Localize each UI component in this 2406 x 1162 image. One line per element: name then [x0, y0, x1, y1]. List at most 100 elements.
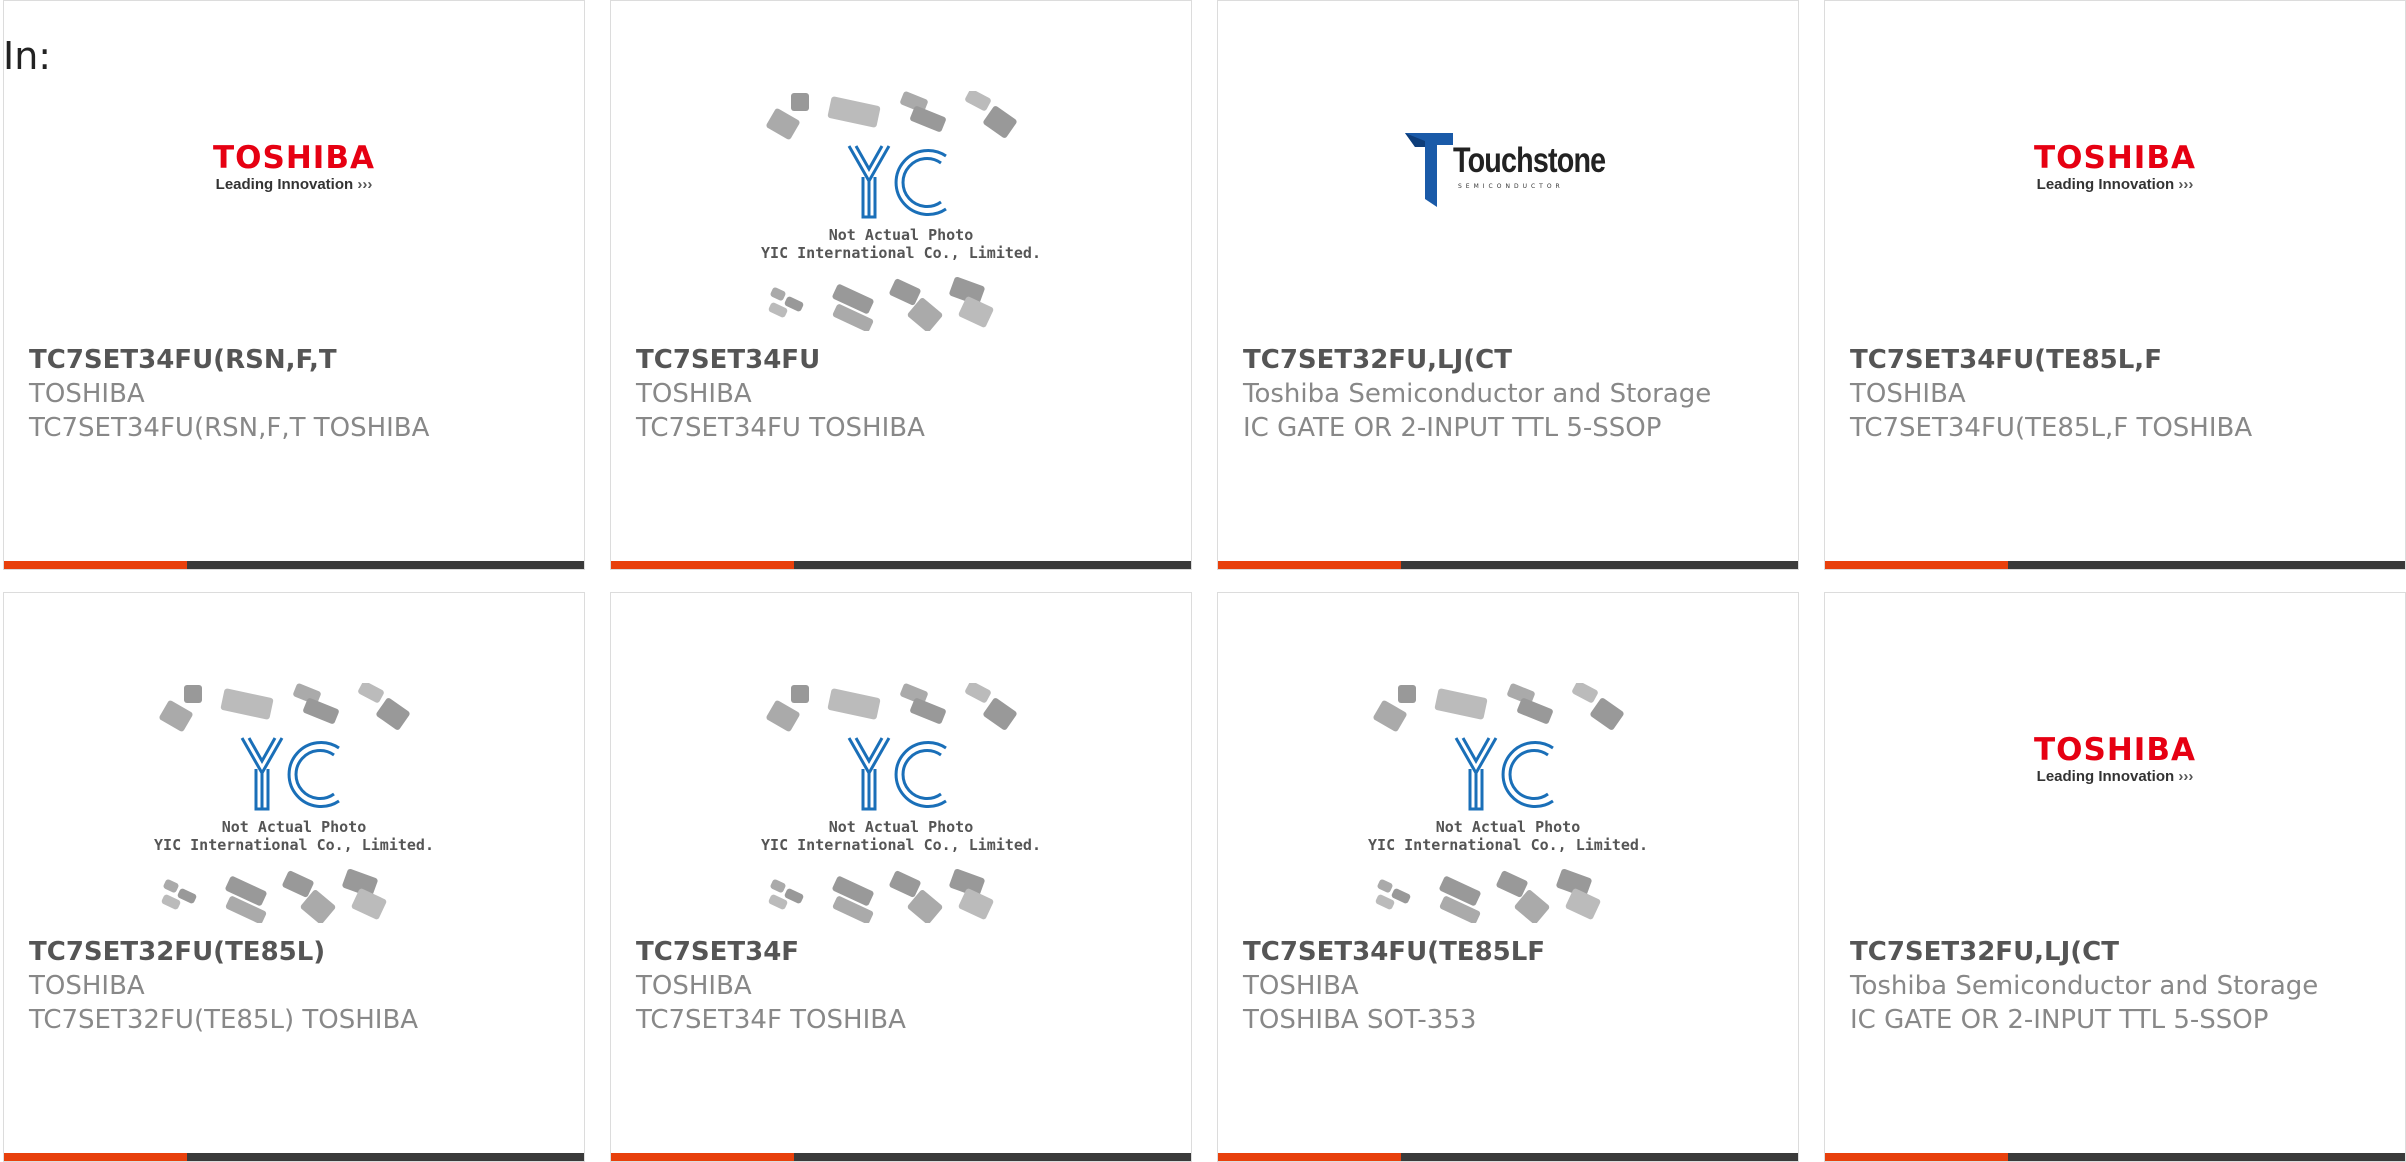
yic-company-text: YIC International Co., Limited.	[761, 244, 1041, 262]
product-card[interactable]: Not Actual Photo YIC International Co., …	[3, 592, 585, 1162]
product-card[interactable]: Touchstone SEMICONDUCTOR TC7SET32FU,LJ(C…	[1217, 0, 1799, 570]
product-part-number[interactable]: TC7SET34FU	[636, 343, 1161, 377]
filter-in-label: In:	[3, 34, 52, 78]
card-accent-bar	[4, 1153, 187, 1161]
card-accent-bar	[1218, 1153, 1401, 1161]
chip-packages-icon	[159, 681, 410, 924]
toshiba-logo: TOSHIBA Leading Innovation ›››	[1985, 141, 2245, 195]
not-actual-photo-text: Not Actual Photo	[828, 818, 974, 836]
product-info: TC7SET32FU(TE85L) TOSHIBA TC7SET32FU(TE8…	[29, 935, 554, 1037]
product-part-number[interactable]: TC7SET32FU,LJ(CT	[1243, 343, 1768, 377]
product-part-number[interactable]: TC7SET34FU(RSN,F,T	[29, 343, 554, 377]
yic-company-text: YIC International Co., Limited.	[761, 836, 1041, 854]
not-actual-photo-text: Not Actual Photo	[221, 818, 367, 836]
product-image[interactable]: Touchstone SEMICONDUCTOR	[1218, 1, 1798, 341]
toshiba-logo: TOSHIBA Leading Innovation ›››	[1985, 733, 2245, 787]
product-part-number[interactable]: TC7SET34FU(TE85L,F	[1850, 343, 2375, 377]
toshiba-logo-slogan: Leading Innovation ›››	[164, 175, 424, 195]
product-info: TC7SET34FU(RSN,F,T TOSHIBA TC7SET34FU(RS…	[29, 343, 554, 445]
card-bottom-bar	[1218, 1153, 1798, 1161]
product-card[interactable]: TOSHIBA Leading Innovation ››› TC7SET34F…	[3, 0, 585, 570]
yic-company-text: YIC International Co., Limited.	[1368, 836, 1648, 854]
card-accent-bar	[1825, 1153, 2008, 1161]
toshiba-logo: TOSHIBA Leading Innovation ›››	[164, 141, 424, 195]
yic-caption: Not Actual Photo YIC International Co., …	[761, 818, 1041, 854]
product-manufacturer: TOSHIBA	[1243, 971, 1359, 1001]
product-image[interactable]: Not Actual Photo YIC International Co., …	[611, 1, 1191, 341]
product-description: TC7SET34FU TOSHIBA	[636, 413, 925, 443]
product-description: TC7SET34FU(TE85L,F TOSHIBA	[1850, 413, 2253, 443]
product-manufacturer: TOSHIBA	[29, 971, 145, 1001]
chip-packages-icon	[1373, 681, 1624, 924]
product-part-number[interactable]: TC7SET32FU,LJ(CT	[1850, 935, 2375, 969]
product-image[interactable]: TOSHIBA Leading Innovation ›››	[1825, 593, 2405, 933]
yic-placeholder-image: Not Actual Photo YIC International Co., …	[154, 681, 434, 924]
product-card[interactable]: Not Actual Photo YIC International Co., …	[1217, 592, 1799, 1162]
card-bottom-bar	[4, 561, 584, 569]
chip-packages-icon	[766, 681, 1017, 924]
product-image[interactable]: TOSHIBA Leading Innovation ›››	[1825, 1, 2405, 341]
product-image[interactable]: Not Actual Photo YIC International Co., …	[1218, 593, 1798, 933]
product-info: TC7SET32FU,LJ(CT Toshiba Semiconductor a…	[1243, 343, 1768, 445]
not-actual-photo-text: Not Actual Photo	[828, 226, 974, 244]
product-info: TC7SET34F TOSHIBA TC7SET34F TOSHIBA	[636, 935, 1161, 1037]
product-manufacturer: Toshiba Semiconductor and Storage	[1850, 971, 2319, 1001]
card-bottom-bar	[1218, 561, 1798, 569]
chip-packages-icon	[766, 89, 1017, 332]
product-description: TC7SET34F TOSHIBA	[636, 1005, 906, 1035]
card-bottom-bar	[1825, 1153, 2405, 1161]
toshiba-logo-brand: TOSHIBA	[213, 140, 375, 176]
product-description: TC7SET34FU(RSN,F,T TOSHIBA	[29, 413, 430, 443]
product-part-number[interactable]: TC7SET34F	[636, 935, 1161, 969]
product-image[interactable]: TOSHIBA Leading Innovation ›››	[4, 1, 584, 341]
product-manufacturer: Toshiba Semiconductor and Storage	[1243, 379, 1712, 409]
product-card[interactable]: TOSHIBA Leading Innovation ››› TC7SET32F…	[1824, 592, 2406, 1162]
touchstone-logo: Touchstone SEMICONDUCTOR	[1403, 129, 1613, 209]
chevrons-icon: ›››	[2178, 768, 2194, 785]
toshiba-logo-slogan: Leading Innovation ›››	[1985, 175, 2245, 195]
yic-placeholder-image: Not Actual Photo YIC International Co., …	[761, 681, 1041, 924]
product-manufacturer: TOSHIBA	[29, 379, 145, 409]
product-card[interactable]: Not Actual Photo YIC International Co., …	[610, 592, 1192, 1162]
toshiba-logo-brand: TOSHIBA	[2034, 732, 2196, 768]
product-info: TC7SET32FU,LJ(CT Toshiba Semiconductor a…	[1850, 935, 2375, 1037]
chevrons-icon: ›››	[2178, 176, 2194, 193]
toshiba-slogan-text: Leading Innovation	[2036, 176, 2175, 193]
product-part-number[interactable]: TC7SET32FU(TE85L)	[29, 935, 554, 969]
product-image[interactable]: Not Actual Photo YIC International Co., …	[4, 593, 584, 933]
product-manufacturer: TOSHIBA	[636, 971, 752, 1001]
yic-caption: Not Actual Photo YIC International Co., …	[1368, 818, 1648, 854]
product-info: TC7SET34FU TOSHIBA TC7SET34FU TOSHIBA	[636, 343, 1161, 445]
product-description: TC7SET32FU(TE85L) TOSHIBA	[29, 1005, 419, 1035]
product-info: TC7SET34FU(TE85L,F TOSHIBA TC7SET34FU(TE…	[1850, 343, 2375, 445]
yic-caption: Not Actual Photo YIC International Co., …	[154, 818, 434, 854]
card-bottom-bar	[611, 1153, 1191, 1161]
card-bottom-bar	[1825, 561, 2405, 569]
card-accent-bar	[611, 1153, 794, 1161]
product-part-number[interactable]: TC7SET34FU(TE85LF	[1243, 935, 1768, 969]
card-accent-bar	[1825, 561, 2008, 569]
product-description: IC GATE OR 2-INPUT TTL 5-SSOP	[1243, 413, 1662, 443]
product-image[interactable]: Not Actual Photo YIC International Co., …	[611, 593, 1191, 933]
product-card[interactable]: Not Actual Photo YIC International Co., …	[610, 0, 1192, 570]
card-accent-bar	[1218, 561, 1401, 569]
product-manufacturer: TOSHIBA	[1850, 379, 1966, 409]
touchstone-wordmark: Touchstone	[1453, 141, 1606, 180]
yic-company-text: YIC International Co., Limited.	[154, 836, 434, 854]
yic-caption: Not Actual Photo YIC International Co., …	[761, 226, 1041, 262]
toshiba-slogan-text: Leading Innovation	[2036, 768, 2175, 785]
yic-placeholder-image: Not Actual Photo YIC International Co., …	[1368, 681, 1648, 924]
toshiba-logo-slogan: Leading Innovation ›››	[1985, 767, 2245, 787]
yic-placeholder-image: Not Actual Photo YIC International Co., …	[761, 89, 1041, 332]
product-info: TC7SET34FU(TE85LF TOSHIBA TOSHIBA SOT-35…	[1243, 935, 1768, 1037]
touchstone-subtitle: SEMICONDUCTOR	[1458, 183, 1564, 190]
toshiba-logo-brand: TOSHIBA	[2034, 140, 2196, 176]
card-bottom-bar	[611, 561, 1191, 569]
product-description: TOSHIBA SOT-353	[1243, 1005, 1477, 1035]
product-description: IC GATE OR 2-INPUT TTL 5-SSOP	[1850, 1005, 2269, 1035]
card-accent-bar	[611, 561, 794, 569]
not-actual-photo-text: Not Actual Photo	[1435, 818, 1581, 836]
toshiba-slogan-text: Leading Innovation	[215, 176, 354, 193]
product-card[interactable]: TOSHIBA Leading Innovation ››› TC7SET34F…	[1824, 0, 2406, 570]
product-manufacturer: TOSHIBA	[636, 379, 752, 409]
